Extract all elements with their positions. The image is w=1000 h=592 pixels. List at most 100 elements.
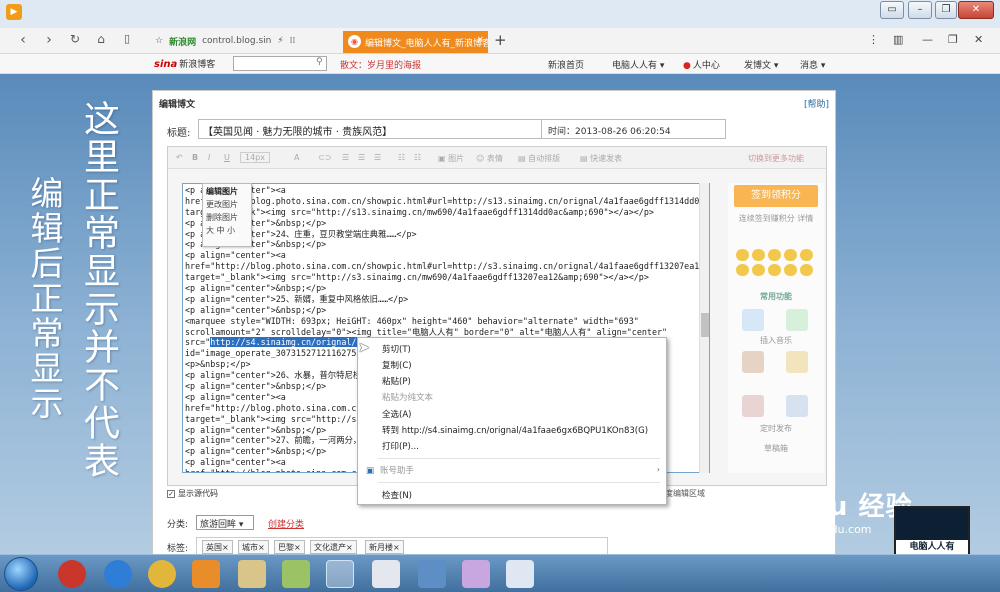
tag-item[interactable]: 城市× xyxy=(238,540,269,554)
tab-edit-blog[interactable]: ◉ 编辑博文_电脑人人有_新浪博客 × xyxy=(343,31,488,53)
settings-icon[interactable] xyxy=(506,560,534,588)
sina-logo[interactable]: sina 新浪博客 xyxy=(154,57,215,70)
collect-image-icon[interactable] xyxy=(742,351,764,373)
overlay-text-line1: 这里正常显示并不代表 xyxy=(78,100,119,480)
font-size-select[interactable]: 14px xyxy=(240,152,270,163)
image-viewer-icon[interactable] xyxy=(282,560,310,588)
scroll-thumb[interactable] xyxy=(701,313,709,337)
menu-goto-url[interactable]: 转到 http://s4.sinaimg.cn/orignal/4a1faae6… xyxy=(382,424,648,438)
minimize-tab-icon[interactable]: — xyxy=(922,33,933,46)
nav-user-menu[interactable]: 电脑人人有 ▾ xyxy=(612,58,664,71)
taskbar-app-icon[interactable] xyxy=(58,560,86,588)
paint-icon[interactable] xyxy=(462,560,490,588)
quick-publish-button[interactable]: ▤ 快速发表 xyxy=(580,153,622,164)
title-input[interactable]: 【英国见闻 · 魅力无限的城市 · 贵族风范】 xyxy=(198,119,543,139)
sina-ad-link[interactable]: 散文：岁月里的海报 xyxy=(340,58,421,71)
search-icon[interactable]: ⚲ xyxy=(316,57,323,67)
bold-icon[interactable]: B xyxy=(192,153,198,162)
back-icon[interactable]: ‹ xyxy=(14,32,32,48)
show-source-checkbox[interactable]: ✓ 显示源代码 xyxy=(167,488,218,499)
menu-inspect[interactable]: 检查(N) xyxy=(382,489,412,503)
category-select[interactable]: 旅游回眸 ▾ xyxy=(196,515,254,530)
skin-button[interactable]: ▭ xyxy=(880,1,904,19)
underline-icon[interactable]: U xyxy=(224,153,230,162)
split-view-icon[interactable]: ▥ xyxy=(893,33,903,46)
menu-paste-plain[interactable]: 粘贴为纯文本 xyxy=(382,391,433,405)
align-left-icon[interactable]: ☰ xyxy=(342,153,349,162)
link-icon[interactable]: ⊂⊃ xyxy=(318,153,331,162)
time-input[interactable]: 时间：2013-08-26 06:20:54 xyxy=(541,119,726,139)
menu-paste[interactable]: 粘贴(P) xyxy=(382,375,411,389)
refresh-icon[interactable]: ↻ xyxy=(66,32,84,46)
attachment-icon[interactable] xyxy=(786,351,808,373)
nav-post-blog[interactable]: 发博文 ▾ xyxy=(744,58,778,71)
grid-icon[interactable]: ⁞⁞ xyxy=(290,36,296,46)
schedule-publish-label[interactable]: 定时发布 xyxy=(734,423,818,434)
emoji-button[interactable]: ☺ 表情 xyxy=(476,153,503,164)
image-size-option[interactable]: 大 中 小 xyxy=(206,225,248,238)
tag-item[interactable]: 新月楼× xyxy=(365,540,404,554)
align-center-icon[interactable]: ☰ xyxy=(358,153,365,162)
undo-icon[interactable]: ↶ xyxy=(176,153,183,162)
menu-dots-icon[interactable]: ⋮ xyxy=(868,33,879,46)
align-right-icon[interactable]: ☰ xyxy=(374,153,381,162)
tab-close-icon[interactable]: × xyxy=(476,35,484,45)
auto-layout-button[interactable]: ▤ 自动排版 xyxy=(518,153,560,164)
tag-item[interactable]: 巴黎× xyxy=(274,540,305,554)
selected-url[interactable]: http://s4.sinaimg.cn/orignal/4a1fa xyxy=(210,337,382,348)
menu-copy[interactable]: 复制(C) xyxy=(382,359,412,373)
folder-icon[interactable] xyxy=(238,560,266,588)
numbered-list-icon[interactable]: ☷ xyxy=(414,153,421,162)
document-icon[interactable] xyxy=(372,560,400,588)
menu-cut[interactable]: 剪切(T) xyxy=(382,343,411,357)
switch-more-link[interactable]: 切换到更多功能 xyxy=(748,153,804,164)
edit-image-option[interactable]: 编辑图片 xyxy=(206,186,248,199)
music-icon[interactable] xyxy=(742,309,764,331)
app-icon: ▶ xyxy=(6,4,22,20)
list-icon[interactable]: ☷ xyxy=(398,153,405,162)
create-category-link[interactable]: 创建分类 xyxy=(268,517,304,530)
start-button-icon[interactable] xyxy=(4,557,38,591)
star-icon[interactable]: ☆ xyxy=(155,36,163,46)
media-player-icon[interactable] xyxy=(192,560,220,588)
tag-item[interactable]: 文化遗产× xyxy=(310,540,357,554)
sign-in-button[interactable]: 签到领积分 xyxy=(734,185,818,207)
address-text[interactable]: control.blog.sin xyxy=(202,36,271,46)
restore-button[interactable]: ❐ xyxy=(935,1,957,19)
delete-image-option[interactable]: 删除图片 xyxy=(206,212,248,225)
forward-icon[interactable]: › xyxy=(40,32,58,48)
code-scrollbar[interactable] xyxy=(699,183,709,473)
menu-account-helper[interactable]: ▣ 账号助手 xyxy=(366,464,414,478)
nav-sina-home[interactable]: 新浪首页 xyxy=(548,58,584,71)
bolt-icon[interactable]: ⚡ xyxy=(277,36,283,46)
reader-icon[interactable]: ▯ xyxy=(118,32,136,45)
browser-taskbar-icon[interactable] xyxy=(326,560,354,588)
sina-search-input[interactable] xyxy=(233,56,327,71)
image-button[interactable]: ▣ 图片 xyxy=(438,153,464,164)
schedule-icon[interactable] xyxy=(786,395,808,417)
close-tab-icon[interactable]: ✕ xyxy=(974,33,983,46)
taskbar xyxy=(0,554,1000,592)
change-image-option[interactable]: 更改图片 xyxy=(206,199,248,212)
minimize-button[interactable]: – xyxy=(908,1,932,19)
menu-select-all[interactable]: 全选(A) xyxy=(382,408,411,422)
italic-icon[interactable]: I xyxy=(208,153,210,162)
nav-messages[interactable]: 消息 ▾ xyxy=(800,58,825,71)
chrome-icon[interactable] xyxy=(148,560,176,588)
help-link[interactable]: [帮助] xyxy=(804,97,829,110)
home-icon[interactable]: ⌂ xyxy=(92,32,110,46)
new-tab-button[interactable]: + xyxy=(494,31,507,49)
nav-personal-center[interactable]: 人中心 xyxy=(683,58,720,71)
restore-tab-icon[interactable]: ❐ xyxy=(948,33,958,46)
tag-item[interactable]: 英国× xyxy=(202,540,233,554)
emoji-grid[interactable] xyxy=(736,249,820,276)
weibo-icon[interactable] xyxy=(742,395,764,417)
font-color-icon[interactable]: A xyxy=(294,153,299,162)
close-window-button[interactable]: ✕ xyxy=(958,1,994,19)
draft-box-label[interactable]: 草稿箱 xyxy=(734,443,818,454)
address-bar[interactable]: ☆ 新浪网 control.blog.sin ⚡ ⁞⁞ xyxy=(155,31,295,51)
vote-icon[interactable] xyxy=(786,309,808,331)
ie-icon[interactable] xyxy=(104,560,132,588)
remote-desktop-icon[interactable] xyxy=(418,560,446,588)
menu-print[interactable]: 打印(P)... xyxy=(382,440,419,454)
